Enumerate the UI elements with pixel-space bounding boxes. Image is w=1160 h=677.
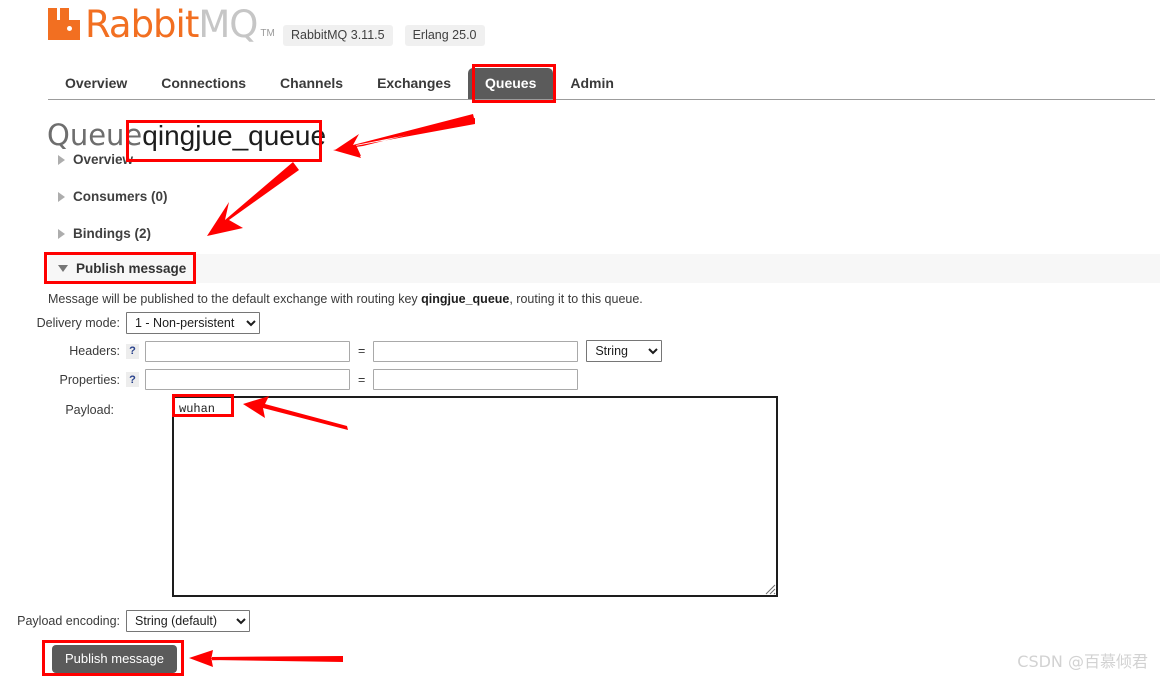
payload-encoding-label: Payload encoding: (17, 614, 120, 628)
tab-exchanges[interactable]: Exchanges (360, 68, 468, 99)
section-toggle-bindings[interactable]: Bindings (2) (58, 226, 151, 241)
csdn-watermark: CSDN @百慕倾君 (1017, 652, 1148, 671)
annotation-arrow-to-queue-name (333, 114, 475, 158)
payload-textarea[interactable] (172, 396, 778, 597)
logo-text-primary: Rabbit (85, 3, 199, 46)
erlang-version-badge: Erlang 25.0 (404, 25, 485, 46)
annotation-arrow-to-bindings (207, 162, 299, 236)
chevron-right-icon (58, 154, 65, 165)
delivery-mode-select[interactable]: 1 - Non-persistent (126, 312, 260, 334)
headers-key-input[interactable] (145, 340, 350, 362)
headers-value-input[interactable] (373, 340, 579, 362)
payload-label: Payload: (65, 403, 114, 417)
tab-admin[interactable]: Admin (553, 68, 631, 99)
headers-equals-sign: = (358, 344, 366, 358)
properties-help-icon[interactable]: ? (126, 372, 139, 387)
form-row-delivery-mode: Delivery mode: 1 - Non-persistent (12, 312, 260, 334)
rabbit-logo-icon (48, 8, 82, 40)
publish-description-routing-key: qingjue_queue (421, 292, 510, 306)
properties-equals-sign: = (358, 372, 366, 387)
properties-label: Properties: (59, 372, 120, 387)
properties-value-input[interactable] (373, 369, 579, 390)
page-title: Queueqingjue_queue (47, 118, 326, 152)
headers-label: Headers: (69, 344, 120, 358)
payload-encoding-select[interactable]: String (default) (126, 610, 250, 632)
section-label-consumers: Consumers (0) (73, 189, 168, 204)
section-toggle-consumers[interactable]: Consumers (0) (58, 189, 168, 204)
version-badges: RabbitMQ 3.11.5 Erlang 25.0 (283, 25, 485, 46)
publish-message-button[interactable]: Publish message (52, 645, 177, 673)
tab-connections[interactable]: Connections (144, 68, 263, 99)
section-label-bindings: Bindings (2) (73, 226, 151, 241)
section-label-overview: Overview (73, 152, 134, 167)
rabbitmq-version-badge: RabbitMQ 3.11.5 (283, 25, 393, 46)
logo-text-secondary: MQ (198, 3, 258, 46)
section-toggle-overview[interactable]: Overview (58, 152, 133, 167)
app-header: Rabbit MQ TM RabbitMQ 3.11.5 Erlang 25.0 (0, 0, 1160, 60)
tab-channels[interactable]: Channels (263, 68, 360, 99)
headers-help-icon[interactable]: ? (126, 343, 139, 359)
delivery-mode-label: Delivery mode: (36, 316, 120, 330)
properties-key-input[interactable] (145, 369, 350, 390)
tab-queues[interactable]: Queues (468, 68, 554, 99)
chevron-right-icon (58, 191, 65, 202)
rabbitmq-logo[interactable]: Rabbit MQ TM (48, 6, 275, 44)
publish-description: Message will be published to the default… (48, 292, 643, 306)
chevron-down-icon (58, 265, 68, 272)
publish-description-suffix: , routing it to this queue. (509, 292, 643, 306)
section-label-publish-message: Publish message (76, 261, 187, 276)
trademark-label: TM (260, 28, 275, 39)
publish-description-prefix: Message will be published to the default… (48, 292, 422, 306)
form-row-properties: Properties: ? = (12, 369, 579, 390)
annotation-arrow-to-publish-button (189, 650, 343, 667)
main-navigation: Overview Connections Channels Exchanges … (48, 68, 1155, 100)
form-row-headers: Headers: ? = String (12, 340, 663, 362)
form-row-payload-encoding: Payload encoding: String (default) (12, 610, 250, 632)
queue-name-value: qingjue_queue (142, 120, 327, 151)
page-title-prefix: Queue (47, 118, 143, 152)
tab-overview[interactable]: Overview (48, 68, 144, 99)
chevron-right-icon (58, 228, 65, 239)
headers-type-select[interactable]: String (586, 340, 663, 362)
section-toggle-publish-message[interactable]: Publish message (48, 254, 1160, 283)
